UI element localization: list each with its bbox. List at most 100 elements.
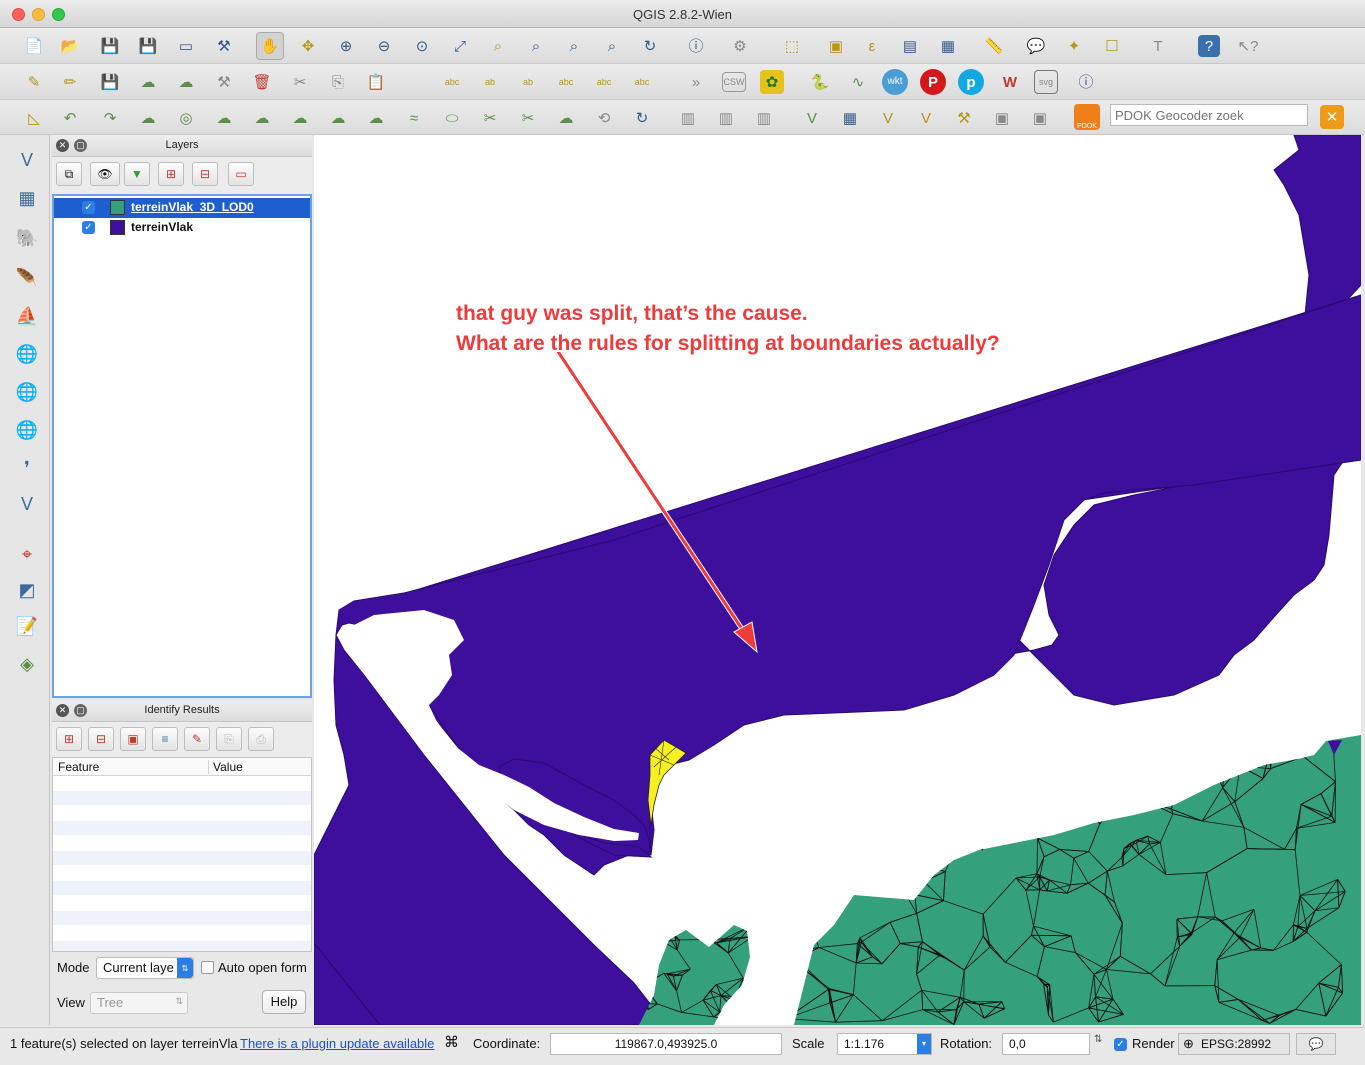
wkt-text-icon[interactable]: W — [996, 68, 1024, 96]
identify-icon[interactable]: ⓘ — [682, 32, 710, 60]
new-print-composer-icon[interactable]: ▭ — [172, 32, 200, 60]
rotate-point-icon[interactable]: ⟲ — [590, 104, 618, 132]
show-hide-label-icon[interactable]: ab — [514, 68, 542, 96]
zoom-full-icon[interactable]: ⤢ — [446, 32, 474, 60]
new-shapefile-icon[interactable]: V — [12, 489, 42, 519]
save-project-icon[interactable]: 💾 — [96, 32, 124, 60]
svg-icon[interactable]: svg — [1034, 70, 1058, 94]
save-edits-icon[interactable]: 💾 — [96, 68, 124, 96]
digitize-icon[interactable]: ⚒ — [950, 104, 978, 132]
layer-item-terreinvlak[interactable]: ✓ terreinVlak — [54, 218, 310, 238]
collapse-all-icon[interactable]: ⊟ — [192, 162, 218, 186]
zoom-next-icon[interactable]: ⌕ — [598, 32, 626, 60]
copy-feature-icon[interactable]: ⎘ — [216, 727, 242, 751]
plugin-update-link[interactable]: There is a plugin update available — [240, 1036, 434, 1051]
add-ring-icon[interactable]: ◎ — [172, 104, 200, 132]
p-red-icon[interactable]: P — [920, 69, 946, 95]
merge-attributes-icon[interactable]: ☁ — [552, 104, 580, 132]
toggle-editing-icon[interactable]: ✏ — [56, 68, 84, 96]
zoom-last-icon[interactable]: ⌕ — [560, 32, 588, 60]
move-feature-icon[interactable]: ☁ — [172, 68, 200, 96]
add-delimited-layer-icon[interactable]: ▥ — [674, 104, 702, 132]
georeferencer-icon[interactable]: ⌖ — [12, 539, 42, 569]
map-canvas[interactable]: that guy was split, that’s the cause. Wh… — [314, 135, 1361, 1025]
pin-label-icon[interactable]: ab — [476, 68, 504, 96]
scale-field[interactable]: 1:1.176 ▾ — [837, 1033, 932, 1055]
merge-features-icon[interactable]: ✂ — [514, 104, 542, 132]
db-manager-icon[interactable]: ▣ — [1026, 104, 1054, 132]
open-project-icon[interactable]: 📂 — [56, 32, 84, 60]
add-postgis-icon[interactable]: ▦ — [836, 104, 864, 132]
auto-open-form-checkbox[interactable] — [201, 961, 214, 974]
rotate-feature-icon[interactable]: ↻ — [628, 104, 656, 132]
collapse-tree-icon[interactable]: ⊟ — [88, 727, 114, 751]
more-icon[interactable]: » — [686, 68, 706, 96]
processing-icon[interactable]: ∿ — [844, 68, 872, 96]
edit-pencil-icon[interactable]: ✎ — [20, 68, 48, 96]
info-icon[interactable]: ⓘ — [1072, 68, 1100, 96]
select-icon[interactable]: ⬚ — [778, 32, 806, 60]
measure-icon[interactable]: 📏 — [980, 32, 1008, 60]
composer-manager-icon[interactable]: ⚒ — [210, 32, 238, 60]
paste-icon[interactable]: 📋 — [362, 68, 390, 96]
attribute-table-icon[interactable]: ▤ — [896, 32, 924, 60]
add-mssql-layer-icon[interactable]: ⛵ — [12, 301, 42, 331]
delete-part-icon[interactable]: ☁ — [324, 104, 352, 132]
split-features-icon[interactable]: ⬭ — [438, 104, 466, 132]
rotation-field[interactable]: 0,0 — [1002, 1033, 1090, 1055]
clear-highlights-icon[interactable]: ✎ — [184, 727, 210, 751]
copy-icon[interactable]: ⎘ — [324, 68, 352, 96]
zoom-in-icon[interactable]: ⊕ — [332, 32, 360, 60]
pan-to-selection-icon[interactable]: ✥ — [294, 32, 322, 60]
rotate-label-icon[interactable]: abc — [590, 68, 618, 96]
expression-icon[interactable]: ε — [858, 32, 886, 60]
reshape-icon[interactable]: ☁ — [362, 104, 390, 132]
refresh-icon[interactable]: ↻ — [636, 32, 664, 60]
pdok-icon[interactable]: PDOK — [1074, 104, 1100, 130]
add-wms-layer-icon[interactable]: 🌐 — [12, 339, 42, 369]
remove-layer-group-icon[interactable]: ▭ — [228, 162, 254, 186]
toggle-extents-icon[interactable]: ⌘ — [444, 1033, 459, 1051]
split-parts-icon[interactable]: ✂ — [476, 104, 504, 132]
open-form-icon[interactable]: ≡ — [152, 727, 178, 751]
print-results-icon[interactable]: ⎙ — [248, 727, 274, 751]
pdok-geocoder-input[interactable] — [1110, 104, 1308, 126]
delete-selected-icon[interactable]: 🗑 — [248, 68, 276, 96]
remove-layer-icon[interactable]: ▥ — [750, 104, 778, 132]
save-as-icon[interactable]: 💾 — [134, 32, 162, 60]
mode-select[interactable]: Current laye ⇅ — [96, 957, 194, 979]
expand-new-results-icon[interactable]: ▣ — [120, 727, 146, 751]
plugin-green-icon[interactable]: ✿ — [760, 70, 784, 94]
deselect-icon[interactable]: ▣ — [822, 32, 850, 60]
zoom-actual-icon[interactable]: ⊙ — [408, 32, 436, 60]
filter-legend-icon[interactable]: ▼ — [124, 162, 150, 186]
help-icon[interactable]: ? — [1198, 35, 1220, 57]
add-delimited-text-layer-icon[interactable]: ❜ — [12, 453, 42, 483]
view-select[interactable]: Tree ⇅ — [90, 992, 188, 1014]
action-icon[interactable]: ⚙ — [726, 32, 754, 60]
render-checkbox[interactable]: ✓ — [1114, 1038, 1127, 1051]
offset-curve-icon[interactable]: ≈ — [400, 104, 428, 132]
digitizing-icon[interactable]: ◩ — [12, 575, 42, 605]
capture-line-icon[interactable]: V — [874, 104, 902, 132]
layer-visibility-checkbox[interactable]: ✓ — [82, 201, 95, 214]
undo-icon[interactable]: ↶ — [56, 104, 84, 132]
add-vector-icon[interactable]: ▥ — [712, 104, 740, 132]
manage-visibility-icon[interactable]: 👁 — [90, 162, 120, 186]
simplify-icon[interactable]: ☁ — [134, 104, 162, 132]
rotation-stepper-icon[interactable]: ⇅ — [1094, 1034, 1102, 1045]
expand-all-icon[interactable]: ⊞ — [158, 162, 184, 186]
python-icon[interactable]: 🐍 — [806, 68, 834, 96]
crs-button[interactable]: ⊕ EPSG:28992 — [1178, 1033, 1290, 1055]
add-group-icon[interactable]: ⧉ — [56, 162, 82, 186]
gps-icon[interactable]: 📝 — [12, 611, 42, 641]
add-feature-icon[interactable]: ☁ — [134, 68, 162, 96]
messages-icon[interactable]: 💬 — [1296, 1033, 1336, 1055]
georef-icon[interactable]: ▣ — [988, 104, 1016, 132]
text-annotation-icon[interactable]: T — [1144, 32, 1172, 60]
coordinate-field[interactable]: 119867.0,493925.0 — [550, 1033, 782, 1055]
zoom-out-icon[interactable]: ⊖ — [370, 32, 398, 60]
add-spatialite-layer-icon[interactable]: 🪶 — [12, 263, 42, 293]
csw-icon[interactable]: CSW — [722, 72, 746, 92]
whats-this-icon[interactable]: ↖? — [1234, 32, 1262, 60]
